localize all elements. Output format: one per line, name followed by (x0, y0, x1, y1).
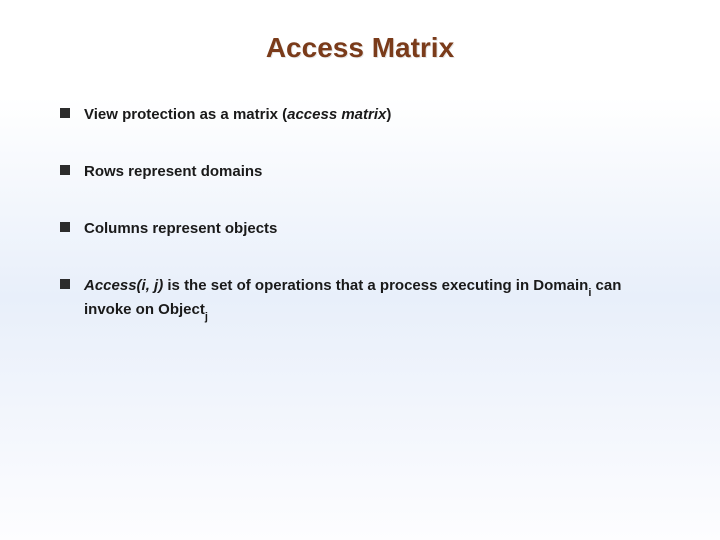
text-fragment: View protection as a matrix ( (84, 106, 287, 123)
bullet-text: Columns represent objects (84, 218, 665, 239)
slide-title: Access Matrix (0, 0, 720, 104)
slide-body: View protection as a matrix (access matr… (0, 104, 720, 324)
bullet-text: View protection as a matrix (access matr… (84, 104, 665, 125)
square-bullet-icon (60, 165, 70, 175)
text-italic: Access(i, j) (84, 277, 163, 294)
text-subscript: i (588, 287, 591, 299)
square-bullet-icon (60, 279, 70, 289)
square-bullet-icon (60, 222, 70, 232)
bullet-item: Columns represent objects (60, 218, 665, 239)
bullet-item: View protection as a matrix (access matr… (60, 104, 665, 125)
text-fragment: is the set of operations that a process … (163, 277, 588, 294)
bullet-item: Rows represent domains (60, 161, 665, 182)
bullet-item: Access(i, j) is the set of operations th… (60, 275, 665, 324)
text-italic: access matrix (287, 106, 386, 123)
square-bullet-icon (60, 108, 70, 118)
text-fragment: ) (386, 106, 391, 123)
bullet-text: Access(i, j) is the set of operations th… (84, 275, 665, 324)
bullet-text: Rows represent domains (84, 161, 665, 182)
text-subscript: j (205, 311, 208, 323)
